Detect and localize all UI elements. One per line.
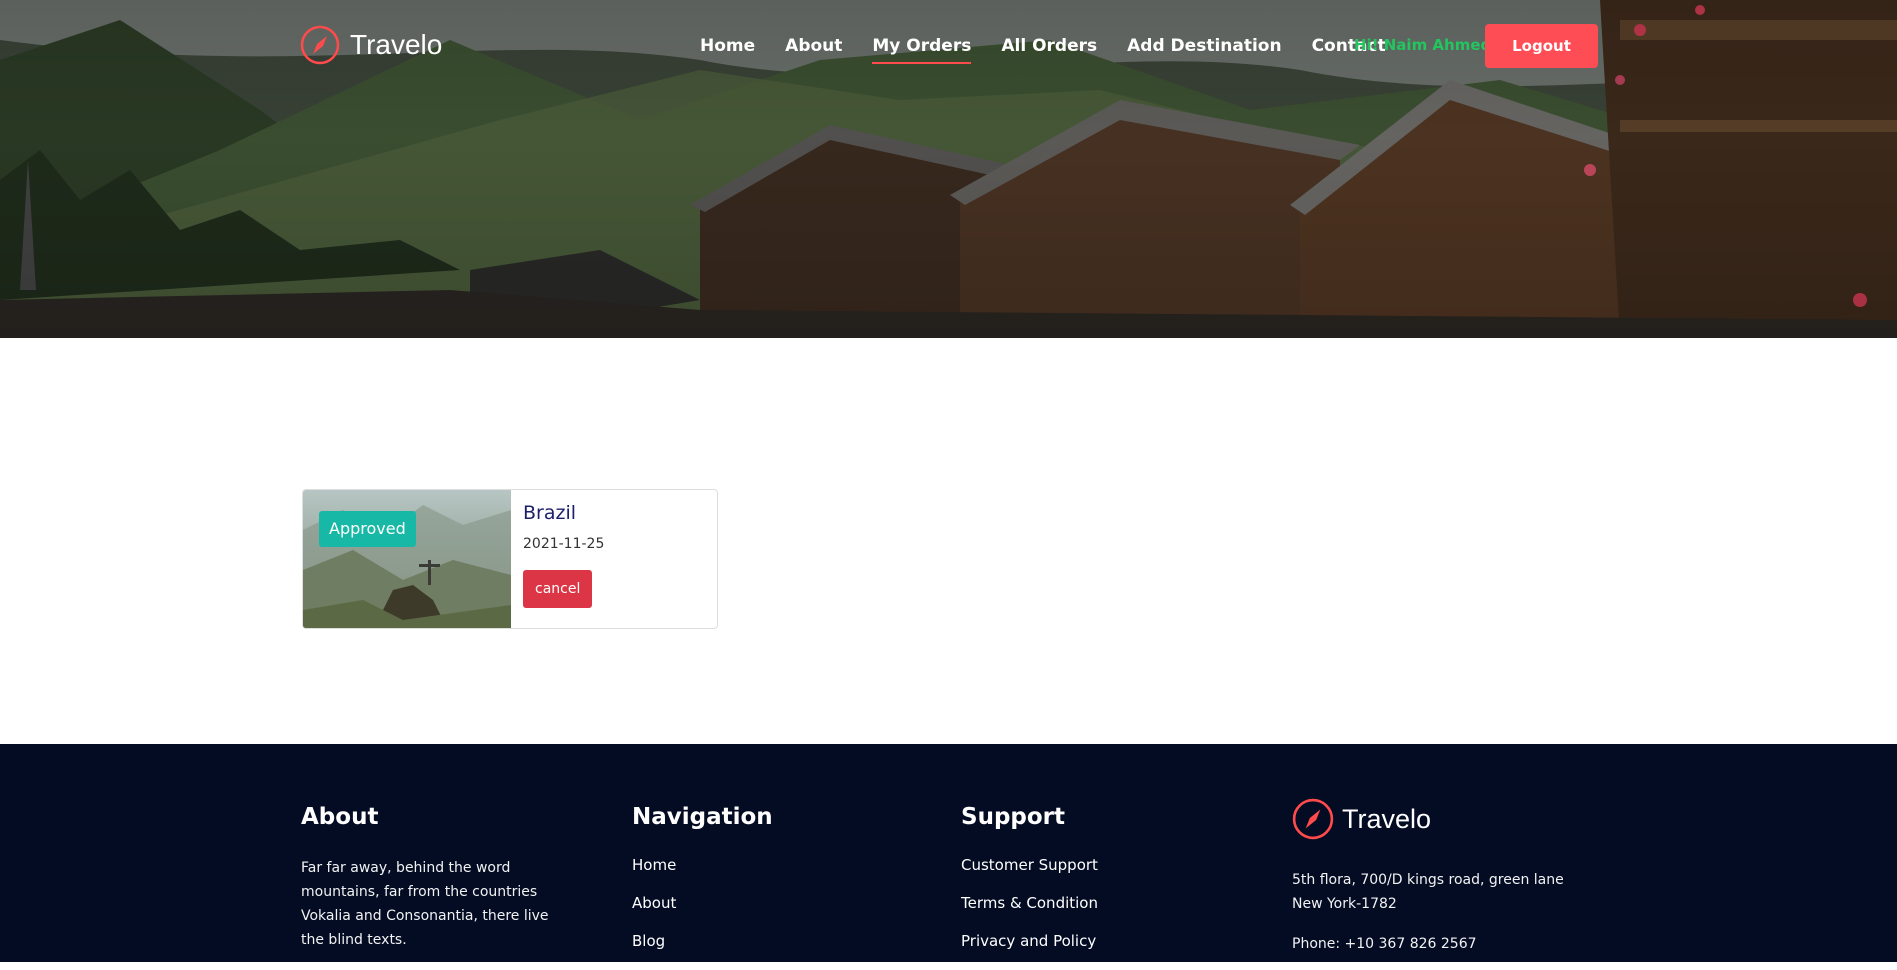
footer-phone: Phone: +10 367 826 2567 (1292, 936, 1477, 952)
footer-navigation: Navigation Home About Blog (632, 804, 852, 970)
main-nav: Home About My Orders All Orders Add Dest… (700, 24, 1416, 68)
footer-link-terms[interactable]: Terms & Condition (961, 894, 1201, 912)
footer-link-about[interactable]: About (632, 894, 852, 912)
footer-contact: Travelo 5th flora, 700/D kings road, gre… (1292, 798, 1612, 956)
nav-item-home[interactable]: Home (700, 30, 755, 62)
nav-item-all-orders[interactable]: All Orders (1001, 30, 1097, 62)
brand-name: Travelo (350, 29, 443, 60)
order-image: Approved (303, 490, 511, 628)
footer-support: Support Customer Support Terms & Conditi… (961, 804, 1201, 970)
footer-navigation-heading: Navigation (632, 804, 773, 830)
order-info: Brazil 2021-11-25 cancel (511, 490, 717, 628)
footer-about-text: Far far away, behind the word mountains,… (301, 860, 549, 948)
footer-brand-name: Travelo (1342, 803, 1432, 834)
order-card: Approved Brazil 2021-11-25 cancel (302, 489, 718, 629)
hero-banner: Travelo Home About My Orders All Orders … (0, 0, 1897, 338)
footer-about-heading: About (301, 804, 379, 830)
footer-address-line1: 5th flora, 700/D kings road, green lane (1292, 872, 1564, 888)
footer-about: About Far far away, behind the word moun… (301, 804, 561, 952)
nav-item-about[interactable]: About (785, 30, 842, 62)
nav-item-add-destination[interactable]: Add Destination (1127, 30, 1281, 62)
footer-address-line2: New York-1782 (1292, 896, 1397, 912)
footer-brand-logo[interactable]: Travelo (1292, 798, 1612, 840)
brand-logo[interactable]: Travelo (300, 24, 442, 66)
footer-link-customer-support[interactable]: Customer Support (961, 856, 1201, 874)
footer-support-heading: Support (961, 804, 1066, 830)
footer-link-home[interactable]: Home (632, 856, 852, 874)
order-destination-title: Brazil (523, 502, 577, 524)
footer-link-privacy[interactable]: Privacy and Policy (961, 932, 1201, 950)
site-footer: About Far far away, behind the word moun… (0, 744, 1897, 962)
logout-button[interactable]: Logout (1485, 24, 1598, 68)
compass-icon (1292, 798, 1334, 840)
nav-item-my-orders[interactable]: My Orders (872, 30, 971, 64)
user-greeting: Hi! Naim Ahmed (1354, 36, 1492, 54)
footer-link-blog[interactable]: Blog (632, 932, 852, 950)
status-badge: Approved (319, 511, 416, 547)
compass-icon (300, 25, 340, 65)
cancel-order-button[interactable]: cancel (523, 570, 593, 608)
order-date: 2021-11-25 (523, 536, 605, 552)
